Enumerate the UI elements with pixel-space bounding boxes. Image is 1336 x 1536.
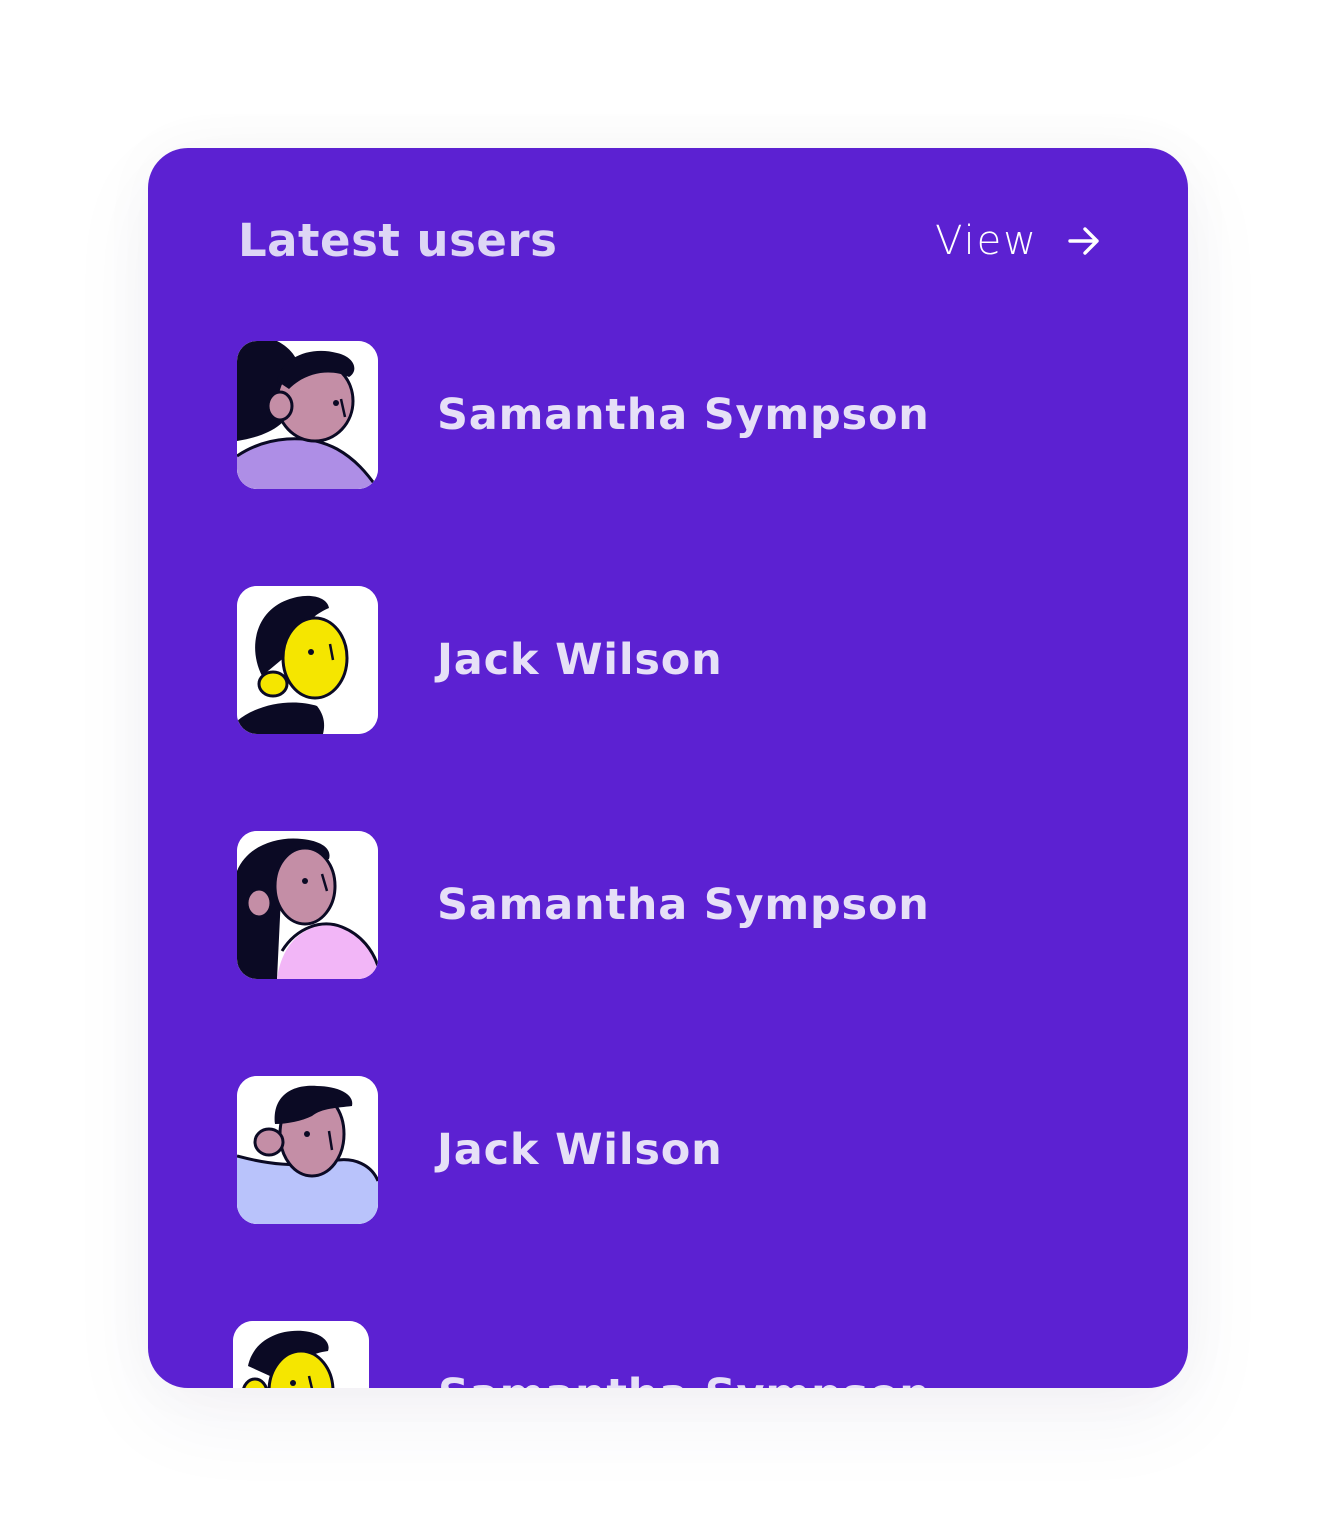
user-name: Jack Wilson <box>437 1125 723 1175</box>
user-name: Samantha Sympson <box>438 1370 931 1388</box>
arrow-right-icon <box>1068 227 1099 255</box>
user-name: Samantha Sympson <box>437 880 930 930</box>
user-list-item[interactable]: Samantha Sympson <box>237 341 1097 489</box>
man-blue-shirt-avatar-icon <box>237 1076 378 1224</box>
user-list-item[interactable]: Jack Wilson <box>237 1076 1097 1224</box>
user-list-item[interactable]: Samantha Sympson <box>233 1321 1093 1388</box>
user-name: Jack Wilson <box>437 635 723 685</box>
woman-pink-top-avatar-icon <box>237 831 378 979</box>
user-list-item[interactable]: Jack Wilson <box>237 586 1097 734</box>
man-yellow-face-avatar-icon <box>237 586 378 734</box>
view-link-label: View <box>935 218 1038 264</box>
view-all-link[interactable]: View <box>935 218 1102 264</box>
card-title: Latest users <box>238 214 558 267</box>
yellow-face-avatar-icon <box>233 1321 369 1388</box>
user-name: Samantha Sympson <box>437 390 930 440</box>
woman-long-hair-avatar-icon <box>237 341 378 489</box>
latest-users-card: Latest users View Samantha Sympson Jack … <box>148 148 1188 1388</box>
user-list-item[interactable]: Samantha Sympson <box>237 831 1097 979</box>
